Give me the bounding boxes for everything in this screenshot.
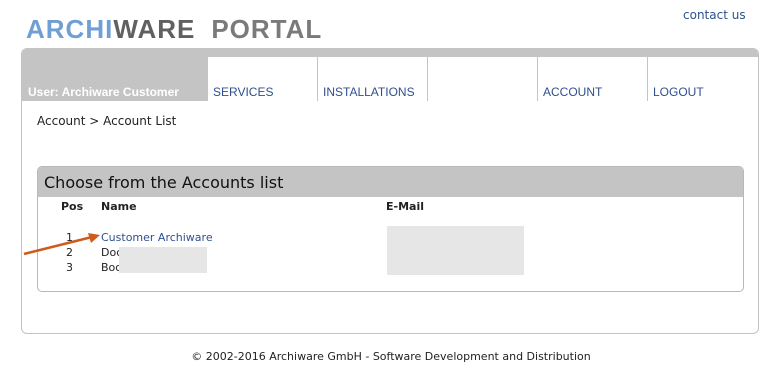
- footer-copyright: © 2002-2016 Archiware GmbH - Software De…: [191, 350, 591, 363]
- arrow-head: [88, 233, 100, 243]
- orange-arrow-annotation: [23, 233, 100, 256]
- arrow-shaft: [23, 234, 97, 256]
